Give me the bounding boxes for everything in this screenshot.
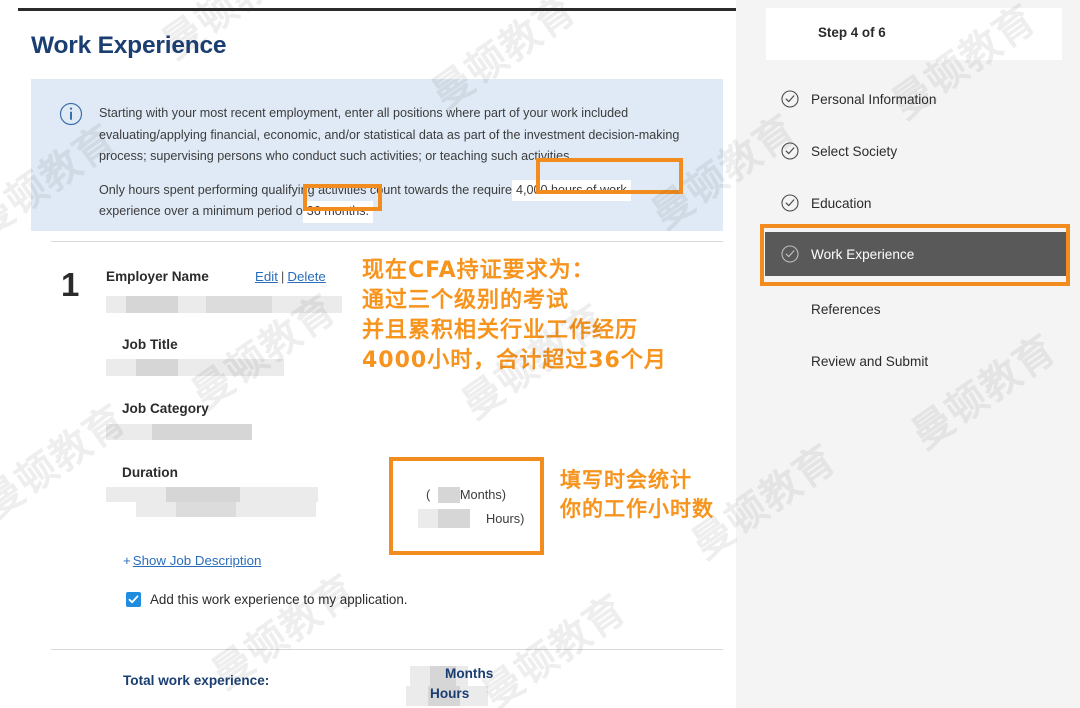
show-job-description-label: Show Job Description <box>133 553 262 568</box>
check-circle-icon <box>781 245 799 263</box>
plus-icon: + <box>123 553 131 568</box>
info-paragraph-1: Starting with your most recent employmen… <box>99 103 709 168</box>
info-icon <box>59 102 83 126</box>
sidebar-item-label: Education <box>811 196 871 211</box>
checkbox-checked-icon[interactable] <box>126 592 141 607</box>
step-indicator-box: Step 4 of 6 <box>766 8 1062 60</box>
job-category-value-redacted-b <box>106 424 152 440</box>
add-experience-checkbox-row[interactable]: Add this work experience to my applicati… <box>126 592 408 607</box>
sidebar-item-label: References <box>811 302 881 317</box>
sidebar-item-label: Select Society <box>811 144 897 159</box>
duration-months-value-redacted <box>438 487 460 503</box>
total-months-unit: Months <box>445 666 493 681</box>
highlight-hours-text: 4,000 hours of work <box>512 180 631 202</box>
sidebar-item-review-and-submit[interactable]: Review and Submit <box>765 340 1067 382</box>
duration-value-redacted-1b <box>166 487 240 502</box>
info-paragraph-2-lead: Only hours spent performing qualifying a… <box>99 183 512 197</box>
job-title-value-redacted-b <box>136 359 178 376</box>
info-banner: Starting with your most recent employmen… <box>31 79 723 231</box>
annotation-hours-note: 填写时会统计 你的工作小时数 <box>560 466 714 524</box>
entry-actions: Edit|Delete <box>255 269 326 284</box>
sidebar-item-label: Personal Information <box>811 92 936 107</box>
total-work-experience-label: Total work experience: <box>123 673 269 688</box>
info-paragraph-2: Only hours spent performing qualifying a… <box>99 180 709 223</box>
employer-name-label: Employer Name <box>106 269 209 284</box>
highlight-months-text: 36 months. <box>303 201 373 223</box>
add-experience-checkbox-label: Add this work experience to my applicati… <box>150 592 408 607</box>
progress-sidebar: Step 4 of 6 Personal Information Select … <box>736 0 1080 708</box>
duration-months-line: ( Months) <box>426 483 524 507</box>
divider-bottom <box>51 649 723 650</box>
sidebar-item-personal-information[interactable]: Personal Information <box>765 78 1067 120</box>
show-job-description-link[interactable]: +Show Job Description <box>123 553 261 568</box>
sidebar-item-label: Review and Submit <box>811 354 928 369</box>
employer-name-value-redacted-c <box>206 296 272 313</box>
divider-top <box>51 241 723 242</box>
duration-label: Duration <box>122 465 178 480</box>
sidebar-item-label: Work Experience <box>811 247 914 262</box>
annotation-main-note: 现在CFA持证要求为： 通过三个级别的考试 并且累积相关行业工作经历 4000小… <box>362 256 667 376</box>
duration-hours-unit: Hours) <box>486 511 524 526</box>
job-title-label: Job Title <box>122 337 178 352</box>
duration-value-redacted-2b <box>176 502 236 517</box>
duration-months-unit: Months) <box>460 487 506 502</box>
screenshot-root: Work Experience Starting with your most … <box>0 0 1080 708</box>
entry-number: 1 <box>61 268 79 301</box>
page-title: Work Experience <box>31 32 226 60</box>
employer-name-value-redacted-b <box>126 296 178 313</box>
sidebar-item-education[interactable]: Education <box>765 182 1067 224</box>
duration-hours-value-redacted-b <box>418 509 438 528</box>
job-category-label: Job Category <box>122 401 209 416</box>
delete-link[interactable]: Delete <box>287 269 325 284</box>
action-separator: | <box>278 269 287 284</box>
check-circle-icon <box>781 142 799 160</box>
check-circle-icon <box>781 194 799 212</box>
info-paragraph-2-tail: experience over a minimum period o <box>99 204 303 218</box>
sidebar-item-select-society[interactable]: Select Society <box>765 130 1067 172</box>
check-circle-icon <box>781 90 799 108</box>
sidebar-item-work-experience[interactable]: Work Experience <box>765 232 1067 276</box>
duration-months-open-paren: ( <box>426 487 430 502</box>
job-title-value-redacted <box>106 359 284 376</box>
edit-link[interactable]: Edit <box>255 269 278 284</box>
sidebar-item-references[interactable]: References <box>765 288 1067 330</box>
total-hours-unit: Hours <box>430 686 469 701</box>
step-indicator-label: Step 4 of 6 <box>818 25 886 40</box>
duration-readout: ( Months) Hours) <box>426 483 524 531</box>
duration-hours-line: Hours) <box>426 507 524 531</box>
info-banner-text: Starting with your most recent employmen… <box>99 103 709 223</box>
